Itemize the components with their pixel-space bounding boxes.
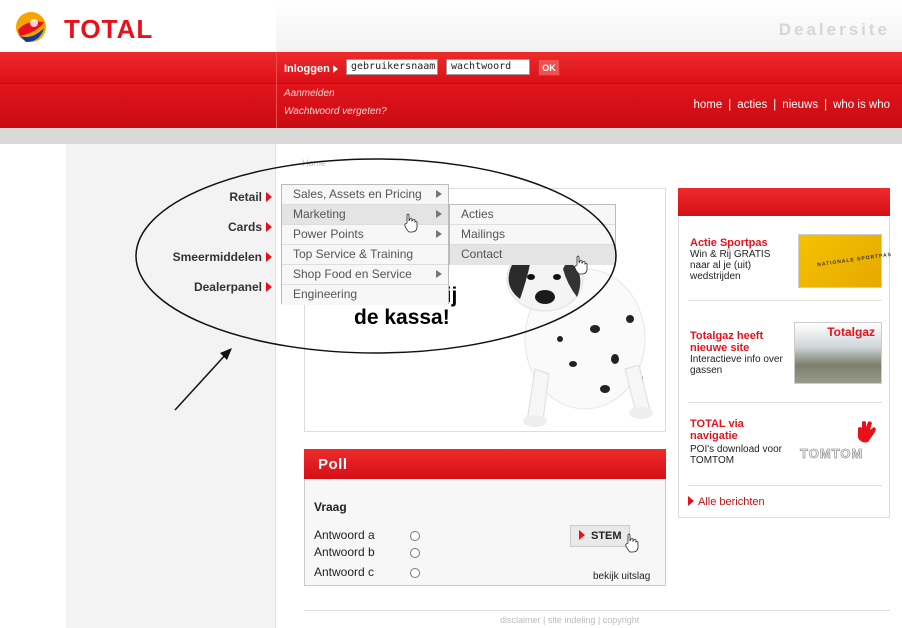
grey-band xyxy=(0,128,902,144)
password-input[interactable]: wachtwoord xyxy=(446,59,530,75)
footer-divider xyxy=(304,610,890,611)
answer-label-a: Antwoord a xyxy=(314,528,375,542)
sidebar-item-smeermiddelen[interactable]: Smeermiddelen xyxy=(173,250,272,264)
radio-answer-a[interactable] xyxy=(410,531,420,541)
poll-header xyxy=(304,449,666,479)
promo-text-line3: de kassa! xyxy=(354,306,450,329)
menu-item-shop-food[interactable]: Shop Food en Service xyxy=(282,265,448,285)
chevron-right-icon xyxy=(436,270,442,278)
radio-answer-c[interactable] xyxy=(410,568,420,578)
total-logo-icon[interactable] xyxy=(14,10,48,44)
submenu-item-mailings[interactable]: Mailings xyxy=(450,225,615,245)
username-input[interactable]: gebruikersnaam xyxy=(346,59,438,75)
chevron-right-icon xyxy=(436,230,442,238)
news-header xyxy=(678,188,890,216)
footer-links[interactable]: disclaimer | site indeling | copyright xyxy=(500,615,639,625)
tomtom-image-text: TOMTOM xyxy=(800,446,864,462)
arrow-right-icon xyxy=(688,496,694,506)
news-body-sportpas: Win & Rij GRATIS naar al je (uit) wedstr… xyxy=(690,249,771,282)
breadcrumb[interactable]: Home xyxy=(302,158,326,168)
register-link[interactable]: Aanmelden xyxy=(284,88,335,99)
divider xyxy=(276,52,277,128)
menu-item-power-points[interactable]: Power Points xyxy=(282,225,448,245)
news-separator xyxy=(688,485,882,486)
news-title-navigatie[interactable]: TOTAL via navigatie xyxy=(690,418,790,442)
nav-nieuws[interactable]: nieuws xyxy=(782,99,818,111)
sportpas-image[interactable]: NATIONALE SPORTPAS xyxy=(798,234,892,288)
nav-separator: | xyxy=(773,99,777,111)
nav-separator: | xyxy=(824,99,828,111)
sidebar-item-cards[interactable]: Cards xyxy=(228,220,272,234)
poll-title: Poll xyxy=(318,456,348,473)
sidebar-item-label: Retail xyxy=(229,190,262,204)
arrow-right-icon xyxy=(266,192,272,202)
all-news-link[interactable]: Alle berichten xyxy=(688,496,765,508)
forgot-password-link[interactable]: Wachtwoord vergeten? xyxy=(284,106,387,117)
radio-answer-b[interactable] xyxy=(410,548,420,558)
arrow-right-icon xyxy=(266,282,272,292)
retail-dropdown-menu: Sales, Assets en Pricing Marketing Power… xyxy=(281,184,449,305)
nav-separator: | xyxy=(728,99,732,111)
submenu-item-contact[interactable]: Contact xyxy=(450,245,615,265)
answer-label-b: Antwoord b xyxy=(314,545,375,559)
arrow-right-icon xyxy=(579,530,585,540)
login-label: Inloggen xyxy=(284,63,338,75)
menu-item-top-service[interactable]: Top Service & Training xyxy=(282,245,448,265)
marketing-submenu: Acties Mailings Contact xyxy=(449,204,616,265)
submenu-item-acties[interactable]: Acties xyxy=(450,205,615,225)
results-link[interactable]: bekijk uitslag xyxy=(593,571,650,582)
logo-text[interactable]: TOTAL xyxy=(64,14,153,45)
tomtom-image[interactable]: TOMTOM xyxy=(794,418,882,474)
nav-who-is-who[interactable]: who is who xyxy=(833,99,890,111)
news-title-totalgaz[interactable]: Totalgaz heeft nieuwe site xyxy=(690,330,790,354)
arrow-right-icon xyxy=(266,252,272,262)
sidebar-item-label: Cards xyxy=(227,220,262,234)
news-body-totalgaz: Interactieve info over gassen xyxy=(690,354,783,376)
login-ok-button[interactable]: OK xyxy=(538,59,560,76)
top-nav: home | acties | nieuws | who is who xyxy=(693,99,890,111)
site-title: Dealersite xyxy=(778,20,890,39)
sidebar-item-dealerpanel[interactable]: Dealerpanel xyxy=(194,280,272,294)
tomtom-hand-icon xyxy=(858,421,876,443)
answer-label-c: Antwoord c xyxy=(314,565,375,579)
poll-question: Vraag xyxy=(314,500,347,514)
nav-acties[interactable]: acties xyxy=(737,99,767,111)
news-separator xyxy=(688,300,882,301)
chevron-right-icon xyxy=(436,210,442,218)
chevron-right-icon xyxy=(436,190,442,198)
arrow-right-icon xyxy=(266,222,272,232)
sportpas-image-text: NATIONALE SPORTPAS xyxy=(816,251,893,269)
nav-home[interactable]: home xyxy=(693,99,722,111)
sidebar-item-label: Dealerpanel xyxy=(193,280,262,294)
news-separator xyxy=(688,402,882,403)
menu-item-marketing[interactable]: Marketing xyxy=(282,205,448,225)
vote-button[interactable]: STEM xyxy=(570,525,630,547)
totalgaz-image[interactable]: Totalgaz xyxy=(794,322,882,384)
news-body-navigatie: POI's download voor TOMTOM xyxy=(690,444,782,466)
header-bar: Dealersite xyxy=(276,0,902,52)
sidebar-item-retail[interactable]: Retail xyxy=(229,190,272,204)
news-title-sportpas[interactable]: Actie Sportpas xyxy=(690,237,790,249)
sidebar-item-label: Smeermiddelen xyxy=(172,250,262,264)
menu-item-engineering[interactable]: Engineering xyxy=(282,285,448,305)
totalgaz-image-text: Totalgaz xyxy=(827,325,875,339)
menu-item-sales[interactable]: Sales, Assets en Pricing xyxy=(282,185,448,205)
left-column xyxy=(66,144,276,628)
